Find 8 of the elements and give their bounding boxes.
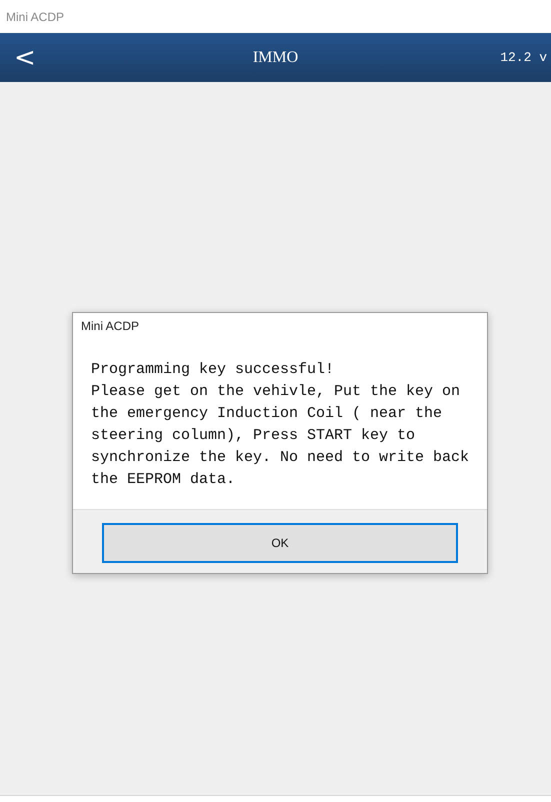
- window-title: Mini ACDP: [6, 10, 64, 24]
- message-heading: Programming key successful!: [91, 360, 336, 380]
- ok-button[interactable]: OK: [102, 523, 458, 563]
- message-text: Please get on the vehivle, Put the key on the emergency Induction Coil ( near the steering column), Press START key to synchronize the key. No need to write back the EEPROM data.: [91, 382, 470, 490]
- dialog-title: Mini ACDP: [80, 318, 140, 335]
- voltage-reading: 12.2 v: [500, 50, 547, 65]
- back-button[interactable]: <: [4, 44, 46, 70]
- page-title: IMMO: [252, 48, 298, 66]
